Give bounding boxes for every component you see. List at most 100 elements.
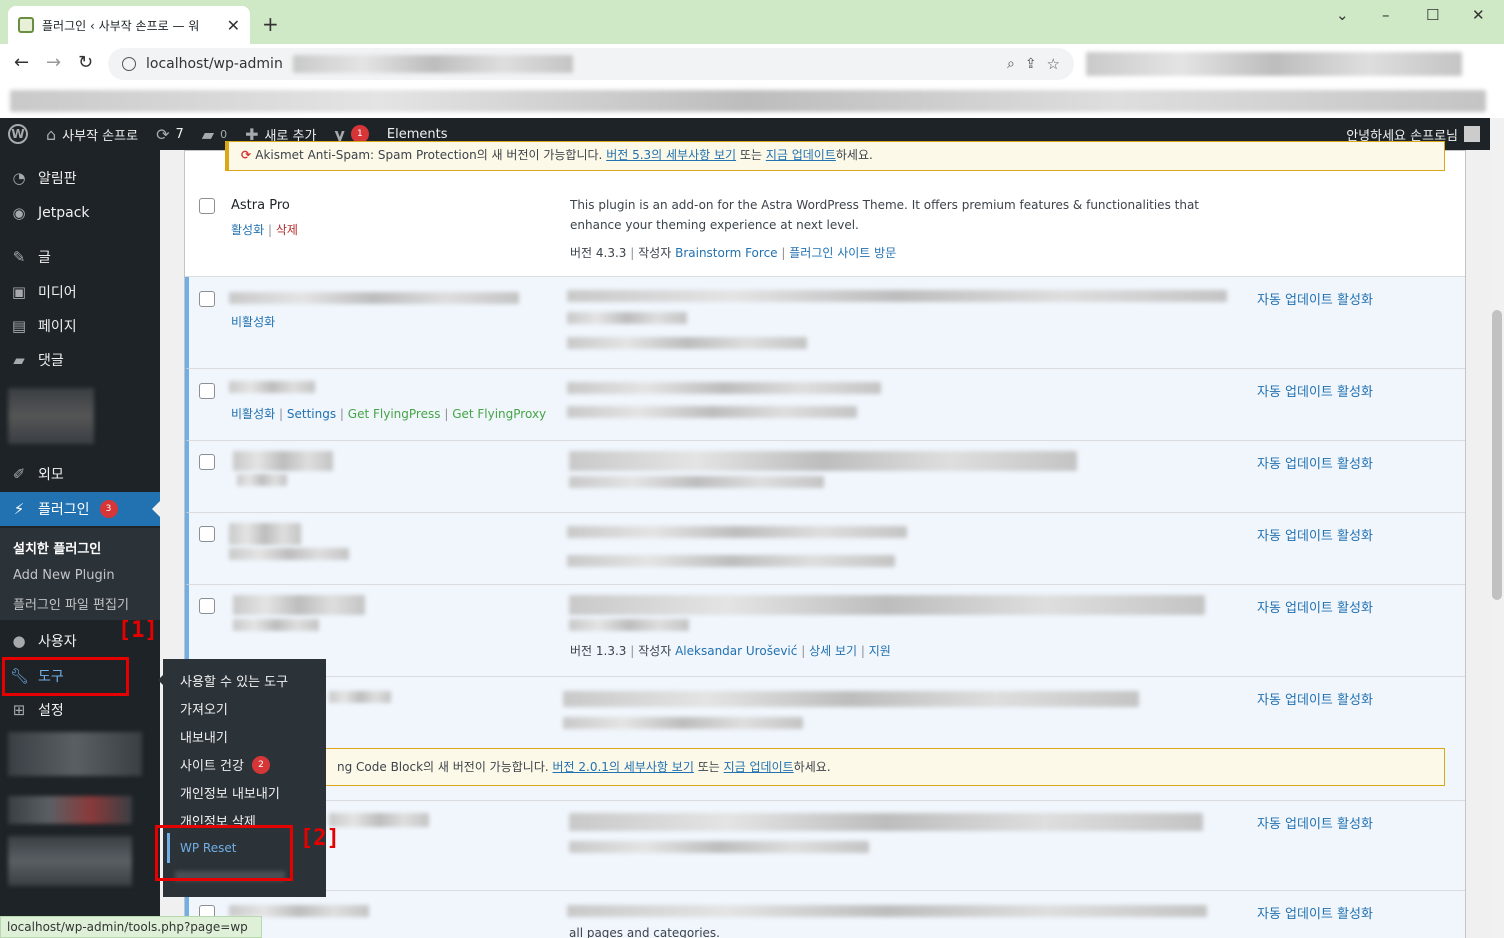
plugin-row-flyingpress: 비활성화 | Settings | Get FlyingPress | Get … xyxy=(185,369,1465,441)
annotation-2: [2] xyxy=(300,826,340,851)
minimize-button[interactable]: – xyxy=(1382,6,1390,24)
description-redacted xyxy=(569,813,1203,831)
menu-media[interactable]: ▣ 미디어 xyxy=(0,275,160,309)
enable-auto-update-link[interactable]: 자동 업데이트 활성화 xyxy=(1257,453,1373,472)
deactivate-link[interactable]: 비활성화 xyxy=(231,313,275,330)
get-flyingpress-link[interactable]: Get FlyingPress xyxy=(348,407,441,421)
tab-close-icon[interactable]: ✕ xyxy=(227,16,240,35)
menu-comments[interactable]: ▰ 댓글 xyxy=(0,343,160,377)
bookmark-star-icon[interactable]: ☆ xyxy=(1047,55,1060,73)
plugin-checkbox[interactable] xyxy=(199,454,215,470)
url-text: localhost/wp-admin xyxy=(146,56,283,72)
visit-site-link[interactable]: 플러그인 사이트 방문 xyxy=(789,246,896,260)
wp-logo-icon[interactable]: W xyxy=(0,118,37,150)
new-tab-button[interactable]: + xyxy=(262,12,279,36)
plugin-checkbox[interactable] xyxy=(199,291,215,307)
settings-icon: ⊞ xyxy=(12,701,26,719)
plugins-submenu: 설치한 플러그인 Add New Plugin 플러그인 파일 편집기 xyxy=(0,528,160,620)
enable-auto-update-link[interactable]: 자동 업데이트 활성화 xyxy=(1257,525,1373,544)
plugin-checkbox[interactable] xyxy=(199,198,215,214)
plugin-row: 자동 업데이트 활성화 xyxy=(185,441,1465,513)
plugin-row: 자동 업데이트 활성화 xyxy=(185,513,1465,585)
enable-auto-update-link[interactable]: 자동 업데이트 활성화 xyxy=(1257,289,1373,308)
view-details-link[interactable]: 상세 보기 xyxy=(809,644,857,658)
description-redacted xyxy=(567,290,1227,302)
site-health-badge: 2 xyxy=(251,755,270,774)
view-details-link[interactable]: 버전 5.3의 세부사항 보기 xyxy=(606,148,736,162)
pages-icon: ▤ xyxy=(11,317,27,335)
notice-text: Akismet Anti-Spam: Spam Protection의 새 버전… xyxy=(255,148,603,162)
by-label: 작성자 xyxy=(638,644,672,658)
close-window-button[interactable]: ✕ xyxy=(1472,6,1485,24)
enable-auto-update-link[interactable]: 자동 업데이트 활성화 xyxy=(1257,597,1373,616)
dashboard-icon: ◔ xyxy=(12,169,26,187)
plugin-checkbox[interactable] xyxy=(199,526,215,542)
tools-export[interactable]: 내보내기 xyxy=(180,727,228,746)
reload-icon[interactable]: ↻ xyxy=(78,52,93,73)
scrollbar-thumb[interactable] xyxy=(1492,310,1502,600)
plugin-version: 버전 1.3.3 xyxy=(570,644,627,658)
plugins-update-badge: 3 xyxy=(99,500,118,518)
tools-import[interactable]: 가져오기 xyxy=(180,699,228,718)
tools-export-personal-data[interactable]: 개인정보 내보내기 xyxy=(180,783,280,802)
submenu-add-new-plugin[interactable]: Add New Plugin xyxy=(13,568,115,583)
plugin-name: Astra Pro xyxy=(231,198,290,213)
browser-tab[interactable]: 플러그인 ‹ 사부작 손프로 — 워 ✕ xyxy=(8,6,250,44)
enable-auto-update-link[interactable]: 자동 업데이트 활성화 xyxy=(1257,689,1373,708)
zoom-search-icon[interactable]: ⌕ xyxy=(1007,56,1015,72)
settings-link[interactable]: Settings xyxy=(287,407,336,421)
site-name-link[interactable]: ⌂ 사부작 손프로 xyxy=(37,118,147,150)
author-link[interactable]: Brainstorm Force xyxy=(675,246,777,260)
tab-title: 플러그인 ‹ 사부작 손프로 — 워 xyxy=(42,18,200,33)
back-arrow-icon[interactable]: ← xyxy=(14,52,29,73)
author-link[interactable]: Aleksandar Urošević xyxy=(675,644,797,658)
plugin-description-partial: all pages and categories. xyxy=(569,926,720,938)
deactivate-link[interactable]: 비활성화 xyxy=(231,407,275,421)
menu-redacted xyxy=(8,388,94,444)
menu-settings[interactable]: ⊞ 설정 xyxy=(0,693,160,727)
updates-count: 7 xyxy=(175,126,184,142)
menu-label: 외모 xyxy=(38,467,64,483)
plugin-description: This plugin is an add-on for the Astra W… xyxy=(570,198,1200,232)
submenu-installed-plugins[interactable]: 설치한 플러그인 xyxy=(13,538,101,557)
menu-dashboard[interactable]: ◔ 알림판 xyxy=(0,161,160,195)
site-info-icon[interactable] xyxy=(122,57,136,71)
share-icon[interactable]: ⇪ xyxy=(1025,56,1037,72)
menu-appearance[interactable]: ✐ 외모 xyxy=(0,457,160,491)
update-notice-akismet: ⟳ Akismet Anti-Spam: Spam Protection의 새 … xyxy=(225,141,1445,171)
enable-auto-update-link[interactable]: 자동 업데이트 활성화 xyxy=(1257,813,1373,832)
menu-pages[interactable]: ▤ 페이지 xyxy=(0,309,160,343)
plugin-meta: 버전 1.3.3 | 작성자 Aleksandar Urošević | 상세 … xyxy=(570,644,891,658)
get-flyingproxy-link[interactable]: Get FlyingProxy xyxy=(452,407,546,421)
plugin-checkbox[interactable] xyxy=(199,598,215,614)
forward-arrow-icon[interactable]: → xyxy=(46,52,61,73)
tab-search-chevron-icon[interactable]: ⌄ xyxy=(1336,6,1349,24)
submenu-plugin-editor[interactable]: 플러그인 파일 편집기 xyxy=(13,594,129,613)
site-health-label: 사이트 건강 xyxy=(180,759,244,774)
enable-auto-update-link[interactable]: 자동 업데이트 활성화 xyxy=(1257,381,1373,400)
plugin-row: 비활성화 자동 업데이트 활성화 xyxy=(185,277,1465,369)
menu-jetpack[interactable]: ◉ Jetpack xyxy=(0,196,160,230)
tools-site-health[interactable]: 사이트 건강 2 xyxy=(180,755,270,774)
url-bar[interactable]: localhost/wp-admin ⌕ ⇪ ☆ xyxy=(108,48,1074,80)
maximize-button[interactable]: ☐ xyxy=(1426,6,1439,24)
description-redacted xyxy=(569,619,689,631)
view-details-link[interactable]: 버전 2.0.1의 세부사항 보기 xyxy=(553,760,694,774)
plugin-checkbox[interactable] xyxy=(199,383,215,399)
row-actions: 비활성화 | Settings | Get FlyingPress | Get … xyxy=(231,407,547,421)
brush-icon: ✐ xyxy=(12,465,26,483)
url-redacted xyxy=(292,55,573,73)
meta-redacted xyxy=(567,406,857,418)
menu-posts[interactable]: ✎ 글 xyxy=(0,240,160,274)
meta-redacted xyxy=(569,841,869,853)
updates-link[interactable]: ⟳ 7 xyxy=(147,118,193,150)
delete-link[interactable]: 삭제 xyxy=(276,223,298,237)
update-now-link[interactable]: 지금 업데이트 xyxy=(724,760,794,774)
activate-link[interactable]: 활성화 xyxy=(231,223,264,237)
menu-plugins[interactable]: ⚡ 플러그인 3 xyxy=(0,492,160,526)
description-redacted xyxy=(567,526,907,538)
update-now-link[interactable]: 지금 업데이트 xyxy=(766,148,836,162)
enable-auto-update-link[interactable]: 자동 업데이트 활성화 xyxy=(1257,903,1373,922)
support-link[interactable]: 지원 xyxy=(869,644,891,658)
tools-available-tools[interactable]: 사용할 수 있는 도구 xyxy=(180,671,288,690)
